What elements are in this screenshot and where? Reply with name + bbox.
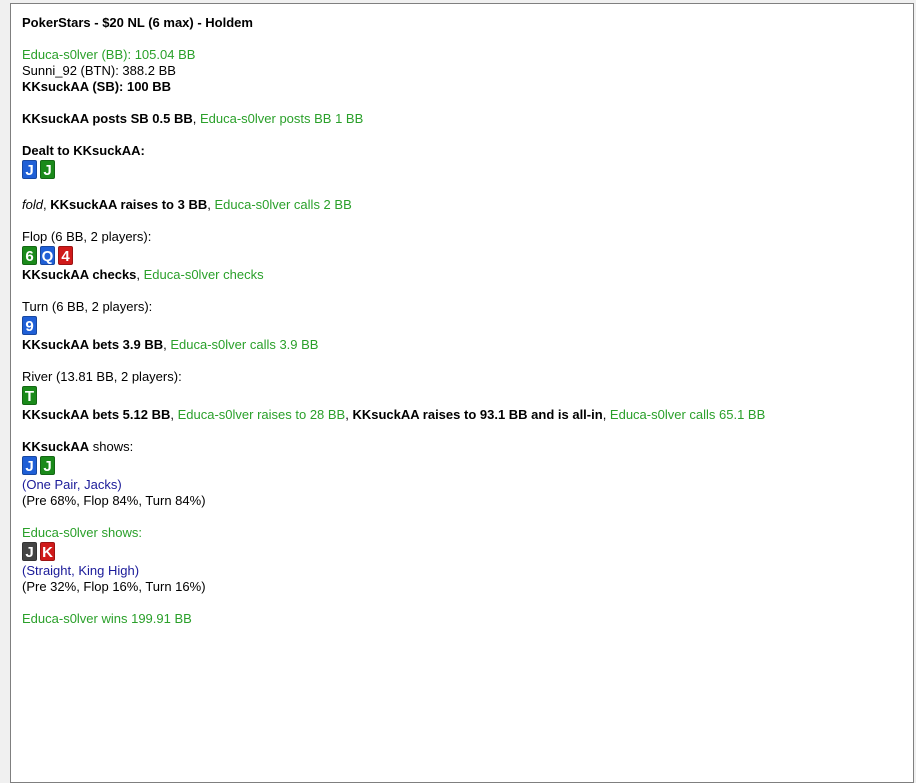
action-segment: Educa-s0lver calls 2 BB <box>214 197 352 212</box>
showdown-educa-cards: JK <box>22 542 903 562</box>
player-stack-line: Sunni_92 (BTN): 388.2 BB <box>22 63 176 78</box>
player-stack-line: Educa-s0lver (BB): 105.04 BB <box>22 47 196 62</box>
playing-card: T <box>22 386 37 405</box>
action-segment: , <box>602 407 610 422</box>
showdown-kksuckaa-cards: JJ <box>22 456 903 476</box>
hand-history-content: PokerStars - $20 NL (6 max) - Holdem Edu… <box>22 15 903 627</box>
action-segment: fold <box>22 197 43 212</box>
turn-cards: 9 <box>22 316 903 336</box>
playing-card: Q <box>40 246 55 265</box>
showdown-kksuckaa-equity: (Pre 68%, Flop 84%, Turn 84%) <box>22 493 206 508</box>
showdown-shows-text: shows: <box>89 439 134 454</box>
card-rank: 9 <box>25 318 34 335</box>
player-list: Educa-s0lver (BB): 105.04 BB Sunni_92 (BT… <box>22 47 903 95</box>
card-rank: J <box>25 458 34 475</box>
showdown-educa-equity: (Pre 32%, Flop 16%, Turn 16%) <box>22 579 206 594</box>
action-segment: , <box>136 267 144 282</box>
preflop-actions: fold, KKsuckAA raises to 3 BB, Educa-s0l… <box>22 197 903 213</box>
action-segment: Educa-s0lver raises to 28 BB <box>177 407 346 422</box>
turn-actions: KKsuckAA bets 3.9 BB, Educa-s0lver calls… <box>22 337 903 353</box>
playing-card: J <box>22 542 37 561</box>
flop-cards: 6Q4 <box>22 246 903 266</box>
card-rank: 6 <box>25 248 34 265</box>
hole-cards: JJ <box>22 160 903 180</box>
action-segment: KKsuckAA bets 3.9 BB <box>22 337 164 352</box>
action-segment: Educa-s0lver calls 65.1 BB <box>609 407 766 422</box>
card-rank: J <box>43 162 52 179</box>
dealt-label: Dealt to KKsuckAA: <box>22 143 145 158</box>
action-segment: Educa-s0lver checks <box>143 267 264 282</box>
action-segment: KKsuckAA raises to 3 BB <box>50 197 208 212</box>
action-segment: KKsuckAA posts SB 0.5 BB <box>22 111 193 126</box>
playing-card: 6 <box>22 246 37 265</box>
playing-card: K <box>40 542 55 561</box>
playing-card: J <box>40 456 55 475</box>
playing-card: J <box>40 160 55 179</box>
card-rank: K <box>42 544 53 561</box>
hand-history-panel: PokerStars - $20 NL (6 max) - Holdem Edu… <box>10 3 914 783</box>
playing-card: J <box>22 456 37 475</box>
card-rank: J <box>25 162 34 179</box>
player-stack-line: KKsuckAA (SB): 100 BB <box>22 79 172 94</box>
action-segment: KKsuckAA checks <box>22 267 137 282</box>
hand-title: PokerStars - $20 NL (6 max) - Holdem <box>22 15 253 30</box>
action-segment: KKsuckAA bets 5.12 BB <box>22 407 171 422</box>
action-segment: Educa-s0lver posts BB 1 BB <box>199 111 364 126</box>
result-line: Educa-s0lver wins 199.91 BB <box>22 611 192 626</box>
card-rank: Q <box>41 248 54 265</box>
river-label: River (13.81 BB, 2 players): <box>22 369 182 384</box>
playing-card: J <box>22 160 37 179</box>
card-rank: T <box>24 388 35 405</box>
river-cards: T <box>22 386 903 406</box>
card-rank: J <box>25 544 34 561</box>
action-segment: KKsuckAA raises to 93.1 BB and is all-in <box>352 407 603 422</box>
showdown-player-name: KKsuckAA <box>22 439 90 454</box>
card-rank: 4 <box>61 248 70 265</box>
turn-label: Turn (6 BB, 2 players): <box>22 299 153 314</box>
flop-label: Flop (6 BB, 2 players): <box>22 229 152 244</box>
showdown-educa-label: Educa-s0lver shows: <box>22 525 142 540</box>
showdown-educa-hand: (Straight, King High) <box>22 563 140 578</box>
action-segment: , <box>170 407 178 422</box>
action-segment: , <box>192 111 200 126</box>
playing-card: 9 <box>22 316 37 335</box>
showdown-kksuckaa-label: KKsuckAA shows: <box>22 439 903 455</box>
playing-card: 4 <box>58 246 73 265</box>
blinds-line: KKsuckAA posts SB 0.5 BB, Educa-s0lver p… <box>22 111 903 127</box>
showdown-kksuckaa-hand: (One Pair, Jacks) <box>22 477 122 492</box>
flop-actions: KKsuckAA checks, Educa-s0lver checks <box>22 267 903 283</box>
action-segment: Educa-s0lver calls 3.9 BB <box>170 337 319 352</box>
river-actions: KKsuckAA bets 5.12 BB, Educa-s0lver rais… <box>22 407 903 423</box>
card-rank: J <box>43 458 52 475</box>
